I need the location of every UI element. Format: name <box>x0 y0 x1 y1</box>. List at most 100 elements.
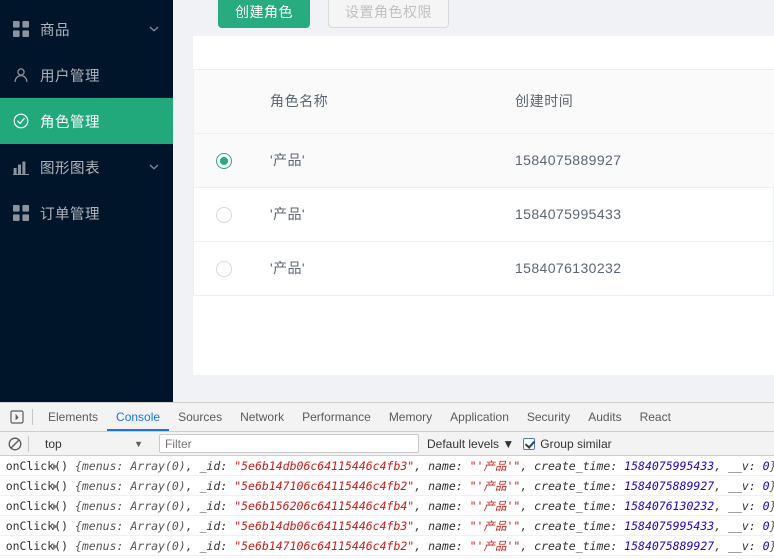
chevron-down-icon: ▼ <box>134 439 143 449</box>
console-log-row[interactable]: row onClick() ▶{menus: Array(0), _id: "5… <box>0 496 774 516</box>
sidebar-item-order-management[interactable]: 订单管理 <box>0 190 173 236</box>
sidebar-item-role-management[interactable]: 角色管理 <box>0 98 173 144</box>
log-v-value: 0 <box>763 539 770 553</box>
table-row[interactable]: '产品' 1584075889927 <box>194 133 774 187</box>
row-select-cell[interactable] <box>194 187 254 241</box>
log-name-key: , name: <box>414 479 469 493</box>
table-row[interactable]: '产品' 1584075995433 <box>194 187 774 241</box>
row-select-cell[interactable] <box>194 133 254 187</box>
log-id-value: "5e6b14db06c64115446c4fb3" <box>234 459 414 473</box>
log-id-key: , _id: <box>186 519 234 533</box>
devtools-tab-network[interactable]: Network <box>231 403 293 431</box>
log-v-key: , __v: <box>714 479 762 493</box>
row-radio-button[interactable] <box>216 261 232 277</box>
devtools-tab-audits[interactable]: Audits <box>579 403 630 431</box>
check-circle-icon <box>12 112 30 130</box>
log-object-close: } <box>770 479 774 493</box>
sidebar-item-label: 用户管理 <box>40 65 100 86</box>
log-id-value: "5e6b156206c64115446c4fb4" <box>234 499 414 513</box>
log-time-value: 1584075889927 <box>624 479 714 493</box>
roles-table-container: 角色名称 创建时间 '产品' 1584075889927 <box>193 69 774 296</box>
toolbar-divider <box>32 409 33 425</box>
chevron-down-icon[interactable] <box>149 162 159 172</box>
main-content: 创建角色 设置角色权限 角色名称 创建时间 <box>173 0 774 402</box>
log-v-key: , __v: <box>714 519 762 533</box>
sidebar: 商品 用户管理 角色管理 图形图表 <box>0 0 173 402</box>
sidebar-item-charts[interactable]: 图形图表 <box>0 144 173 190</box>
role-card: 角色名称 创建时间 '产品' 1584075889927 <box>193 36 774 375</box>
cell-role-name: '产品' <box>254 241 499 295</box>
log-name-value: "'产品'" <box>470 519 521 533</box>
log-v-value: 0 <box>763 519 770 533</box>
devtools-tab-security[interactable]: Security <box>518 403 579 431</box>
devtools-tab-react[interactable]: React <box>631 403 680 431</box>
cell-create-time: 1584075995433 <box>499 187 774 241</box>
log-name-key: , name: <box>414 499 469 513</box>
log-name-value: "'产品'" <box>470 459 521 473</box>
table-row[interactable]: '产品' 1584076130232 <box>194 241 774 295</box>
console-log-row[interactable]: row onClick() ▶{menus: Array(0), _id: "5… <box>0 476 774 496</box>
sidebar-item-label: 图形图表 <box>40 157 100 178</box>
log-time-value: 1584076130232 <box>624 499 714 513</box>
log-id-value: "5e6b147106c64115446c4fb2" <box>234 539 414 553</box>
column-header-select <box>194 70 254 133</box>
devtools-tab-performance[interactable]: Performance <box>293 403 380 431</box>
log-id-key: , _id: <box>186 539 234 553</box>
console-filter-bar: top ▼ Default levels ▼ Group similar <box>0 432 774 456</box>
log-id-key: , _id: <box>186 499 234 513</box>
group-similar-checkbox[interactable] <box>523 438 535 450</box>
log-time-key: , create_time: <box>520 519 624 533</box>
sidebar-item-user-management[interactable]: 用户管理 <box>0 52 173 98</box>
chevron-down-icon[interactable] <box>149 24 159 34</box>
log-object-open: {menus: <box>75 459 130 473</box>
row-radio-button[interactable] <box>216 153 232 169</box>
log-v-value: 0 <box>763 499 770 513</box>
inspect-element-icon[interactable] <box>4 404 30 430</box>
log-object-close: } <box>770 499 774 513</box>
console-log-list[interactable]: row onClick() ▶{menus: Array(0), _id: "5… <box>0 456 774 559</box>
devtools-panel: Elements Console Sources Network Perform… <box>0 402 774 559</box>
sidebar-item-products[interactable]: 商品 <box>0 6 173 52</box>
group-similar-label: Group similar <box>540 437 611 451</box>
devtools-tab-console[interactable]: Console <box>107 403 169 431</box>
chevron-down-icon: ▼ <box>502 437 514 451</box>
log-name-value: "'产品'" <box>470 499 521 513</box>
log-object-close: } <box>770 459 774 473</box>
roles-table: 角色名称 创建时间 '产品' 1584075889927 <box>194 70 774 296</box>
log-time-value: 1584075995433 <box>624 459 714 473</box>
set-role-permission-button: 设置角色权限 <box>328 0 449 28</box>
group-similar-toggle[interactable]: Group similar <box>523 437 611 451</box>
console-levels-label: Default levels <box>427 437 499 451</box>
devtools-tab-elements[interactable]: Elements <box>39 403 107 431</box>
log-v-value: 0 <box>763 479 770 493</box>
create-role-button[interactable]: 创建角色 <box>218 0 310 28</box>
log-object-open: {menus: <box>75 539 130 553</box>
console-log-row[interactable]: row onClick() ▶{menus: Array(0), _id: "5… <box>0 456 774 476</box>
console-log-row[interactable]: row onClick() ▶{menus: Array(0), _id: "5… <box>0 536 774 556</box>
clear-console-icon[interactable] <box>4 433 26 455</box>
cell-role-name: '产品' <box>254 133 499 187</box>
appstore-icon <box>12 204 30 222</box>
sidebar-item-label: 订单管理 <box>40 203 100 224</box>
console-context-value: top <box>45 437 62 451</box>
app-viewport: 商品 用户管理 角色管理 图形图表 <box>0 0 774 402</box>
row-radio-button[interactable] <box>216 207 232 223</box>
log-v-value: 0 <box>763 459 770 473</box>
appstore-icon <box>12 20 30 38</box>
devtools-tab-sources[interactable]: Sources <box>169 403 231 431</box>
row-select-cell[interactable] <box>194 241 254 295</box>
console-context-select[interactable]: top ▼ <box>35 434 151 454</box>
devtools-tab-memory[interactable]: Memory <box>380 403 441 431</box>
log-name-value: "'产品'" <box>470 539 521 553</box>
console-filter-input[interactable] <box>159 434 419 453</box>
log-time-key: , create_time: <box>520 499 624 513</box>
log-time-value: 1584075995433 <box>624 519 714 533</box>
log-array-value: Array(0) <box>130 479 185 493</box>
column-header-create-time: 创建时间 <box>499 70 774 133</box>
console-levels-dropdown[interactable]: Default levels ▼ <box>427 437 514 451</box>
devtools-tab-application[interactable]: Application <box>441 403 518 431</box>
log-v-key: , __v: <box>714 499 762 513</box>
console-log-row[interactable]: row onClick() ▶{menus: Array(0), _id: "5… <box>0 516 774 536</box>
roles-table-head: 角色名称 创建时间 <box>194 70 774 133</box>
log-id-value: "5e6b14db06c64115446c4fb3" <box>234 519 414 533</box>
